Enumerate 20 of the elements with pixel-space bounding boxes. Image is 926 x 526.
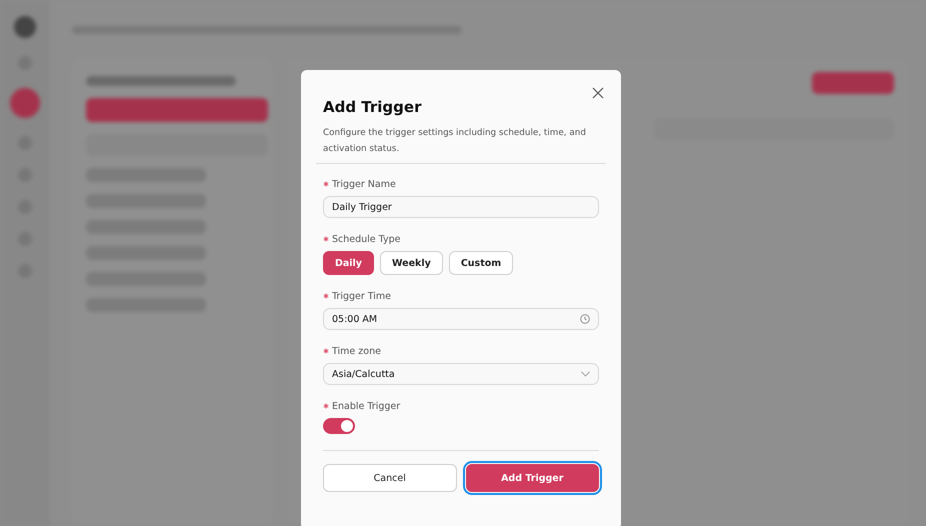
field-label: Trigger Time xyxy=(332,290,392,302)
time-input-field[interactable]: 05:00 AM xyxy=(323,308,599,330)
dialog-description: Configure the trigger settings including schedule, time, and activation status. xyxy=(323,127,587,156)
dialog-title: Add Trigger xyxy=(323,98,422,116)
close-button[interactable] xyxy=(591,86,605,100)
toggle-switch[interactable] xyxy=(323,418,355,434)
schedule-type-option[interactable]: Custom xyxy=(448,251,514,275)
close-icon xyxy=(591,86,605,100)
schedule-type-option[interactable]: Weekly xyxy=(380,251,443,275)
clock-icon xyxy=(580,314,590,324)
text-input-field[interactable]: Daily Trigger xyxy=(323,196,599,218)
field-label: Schedule Type xyxy=(332,234,400,244)
chevron-down-icon xyxy=(581,371,590,377)
cancel-button[interactable]: Cancel xyxy=(323,464,456,492)
submit-button[interactable]: Add Trigger xyxy=(466,464,599,492)
field-label: Time zone xyxy=(332,346,381,356)
field-label: Enable Trigger xyxy=(332,400,400,412)
field-label: Trigger Name xyxy=(332,178,396,190)
schedule-type-option[interactable]: Daily xyxy=(323,251,374,275)
timezone-select[interactable]: Asia/Calcutta xyxy=(323,363,599,385)
